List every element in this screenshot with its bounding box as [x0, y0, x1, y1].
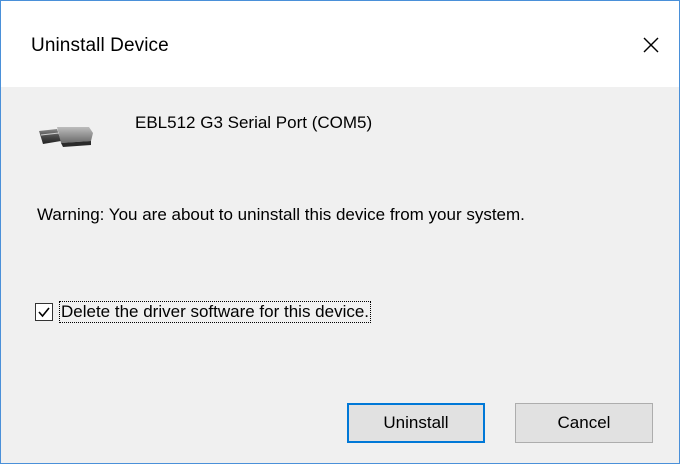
checkbox-box[interactable]	[35, 303, 53, 321]
serial-port-icon	[39, 127, 93, 147]
uninstall-device-dialog: Uninstall Device EBL512 G3 Serial Port (…	[0, 0, 680, 464]
close-button[interactable]	[631, 27, 671, 63]
checkmark-icon	[38, 307, 50, 318]
warning-text: Warning: You are about to uninstall this…	[37, 205, 525, 224]
uninstall-button[interactable]: Uninstall	[347, 403, 485, 443]
checkbox-label[interactable]: Delete the driver software for this devi…	[59, 301, 372, 323]
cancel-button[interactable]: Cancel	[515, 403, 653, 443]
device-name: EBL512 G3 Serial Port (COM5)	[135, 113, 373, 132]
close-icon	[643, 37, 659, 53]
title-bar: Uninstall Device	[1, 1, 679, 87]
dialog-title: Uninstall Device	[31, 35, 169, 56]
delete-driver-checkbox[interactable]: Delete the driver software for this devi…	[35, 300, 372, 324]
